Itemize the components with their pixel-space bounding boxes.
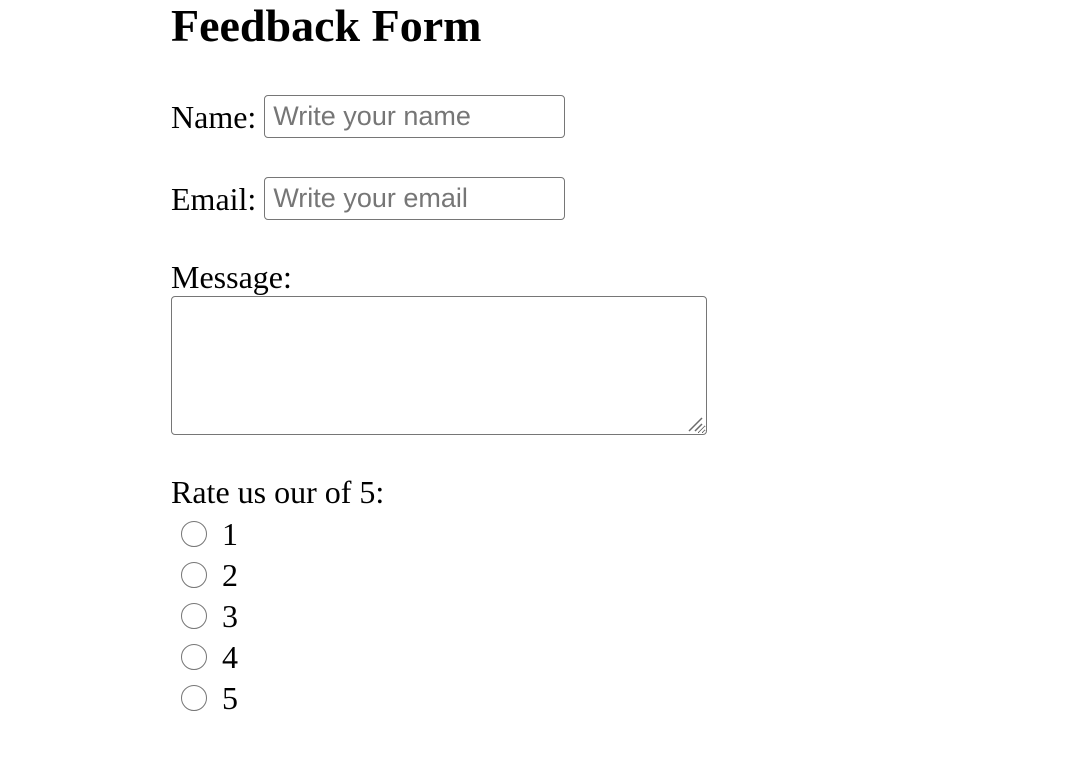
rating-value-label: 4 <box>222 638 238 675</box>
message-textarea[interactable] <box>171 296 707 435</box>
email-row: Email: <box>171 177 566 220</box>
page-title: Feedback Form <box>171 0 482 51</box>
rating-value-label: 1 <box>222 515 238 552</box>
email-input[interactable] <box>264 177 566 220</box>
rating-option-5[interactable]: 5 <box>181 677 238 718</box>
rating-option-4[interactable]: 4 <box>181 636 238 677</box>
email-label: Email: <box>171 180 257 217</box>
feedback-form: Feedback Form Name: Email: Message: Rate… <box>171 0 707 716</box>
radio-unchecked-icon[interactable] <box>181 684 207 711</box>
rating-option-2[interactable]: 2 <box>181 554 238 595</box>
rating-value-label: 2 <box>222 556 238 593</box>
radio-unchecked-icon[interactable] <box>181 643 207 670</box>
rating-option-3[interactable]: 3 <box>181 595 238 636</box>
rating-value-label: 5 <box>222 679 238 716</box>
message-label: Message: <box>171 259 292 295</box>
name-label: Name: <box>171 98 257 135</box>
rating-option-1[interactable]: 1 <box>181 513 238 554</box>
radio-unchecked-icon[interactable] <box>181 602 207 629</box>
rating-value-label: 3 <box>222 597 238 634</box>
name-input[interactable] <box>264 95 566 138</box>
radio-unchecked-icon[interactable] <box>181 520 207 547</box>
name-row: Name: <box>171 95 566 138</box>
rating-options: 1 2 3 4 5 <box>181 513 238 718</box>
rating-label: Rate us our of 5: <box>171 474 385 510</box>
radio-unchecked-icon[interactable] <box>181 561 207 588</box>
